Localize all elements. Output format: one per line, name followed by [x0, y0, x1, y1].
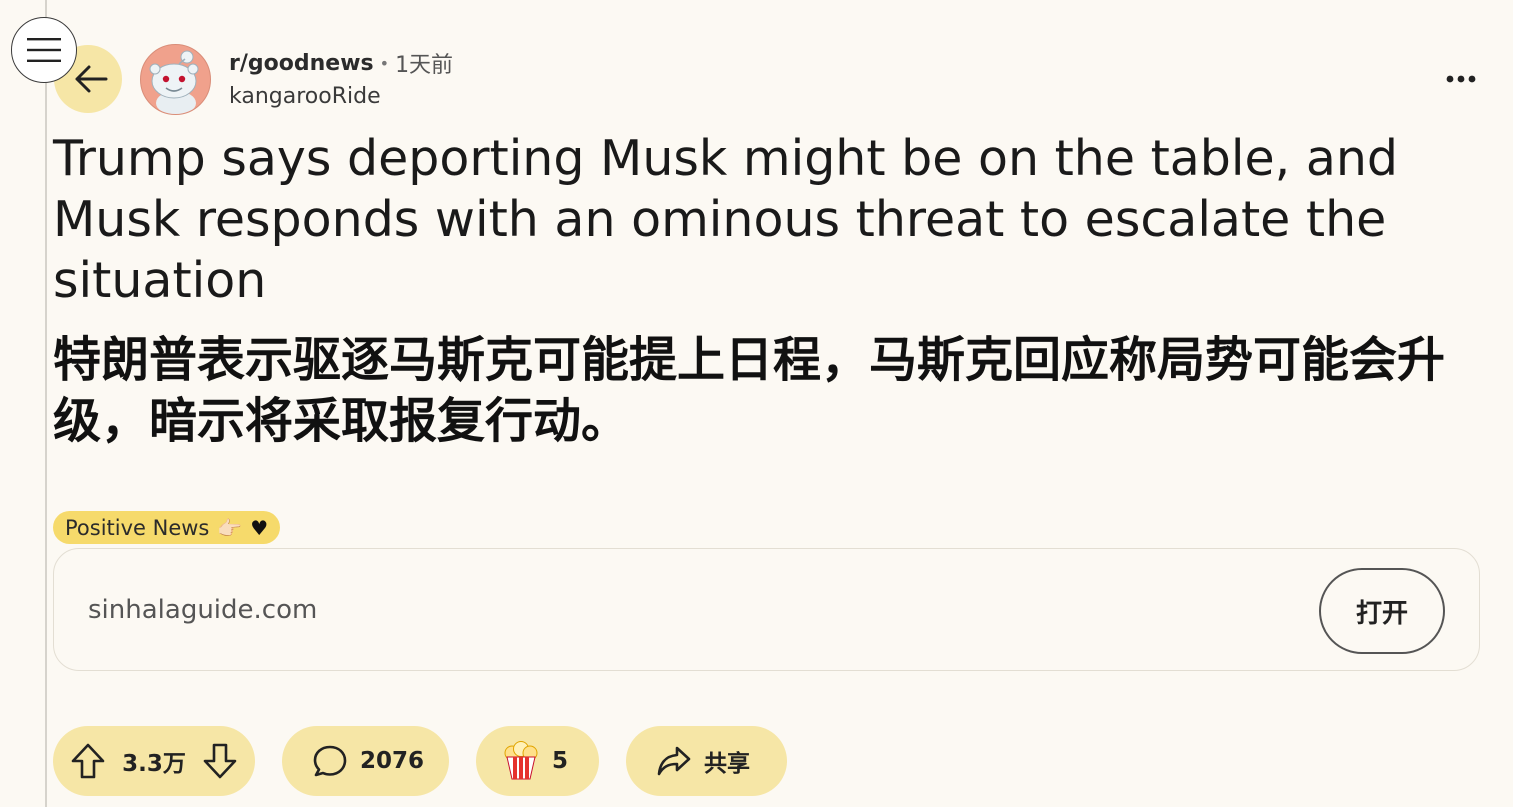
award-count: 5 [552, 748, 569, 774]
downvote-button[interactable] [203, 743, 237, 779]
arrow-up-icon [71, 743, 105, 779]
share-arrow-icon [657, 746, 691, 776]
post-flair[interactable]: Positive News 👉🏻 ♥ [53, 511, 281, 544]
left-border [45, 0, 47, 807]
flair-label: Positive News [65, 515, 210, 540]
subreddit-avatar[interactable] [140, 44, 211, 115]
meta-separator: • [379, 53, 390, 73]
subreddit-name[interactable]: r/goodnews [229, 51, 374, 76]
post-meta: r/goodnews • 1天前 [229, 46, 453, 80]
vote-controls: 3.3万 [53, 726, 255, 796]
post-title-english[interactable]: Trump says deporting Musk might be on th… [53, 128, 1453, 311]
arrow-down-icon [203, 743, 237, 779]
upvote-button[interactable] [71, 743, 105, 779]
post-title-chinese: 特朗普表示驱逐马斯克可能提上日程，马斯克回应称局势可能会升级，暗示将采取报复行动… [53, 332, 1446, 449]
link-preview-card[interactable]: sinhalaguide.com 打开 [53, 548, 1480, 671]
heart-icon: ♥ [250, 515, 269, 540]
author-name[interactable]: kangarooRide [229, 84, 381, 109]
hamburger-icon [27, 38, 61, 62]
vote-count: 3.3万 [122, 751, 186, 777]
snoo-avatar-icon [149, 50, 199, 114]
arrow-left-icon [75, 65, 108, 93]
menu-button[interactable] [11, 17, 77, 83]
pointing-hand-icon: 👉🏻 [217, 515, 243, 540]
post-time: 1天前 [395, 53, 454, 78]
award-button[interactable]: 5 [476, 726, 599, 796]
comment-count: 2076 [360, 748, 425, 774]
more-options-button[interactable] [1436, 60, 1486, 98]
open-link-button[interactable]: 打开 [1319, 568, 1445, 654]
comment-bubble-icon [313, 745, 347, 777]
more-horizontal-icon [1446, 75, 1476, 83]
popcorn-award-icon [504, 741, 538, 780]
share-label: 共享 [704, 751, 750, 777]
share-button[interactable]: 共享 [626, 726, 787, 796]
link-domain: sinhalaguide.com [88, 595, 318, 625]
comments-button[interactable]: 2076 [282, 726, 449, 796]
